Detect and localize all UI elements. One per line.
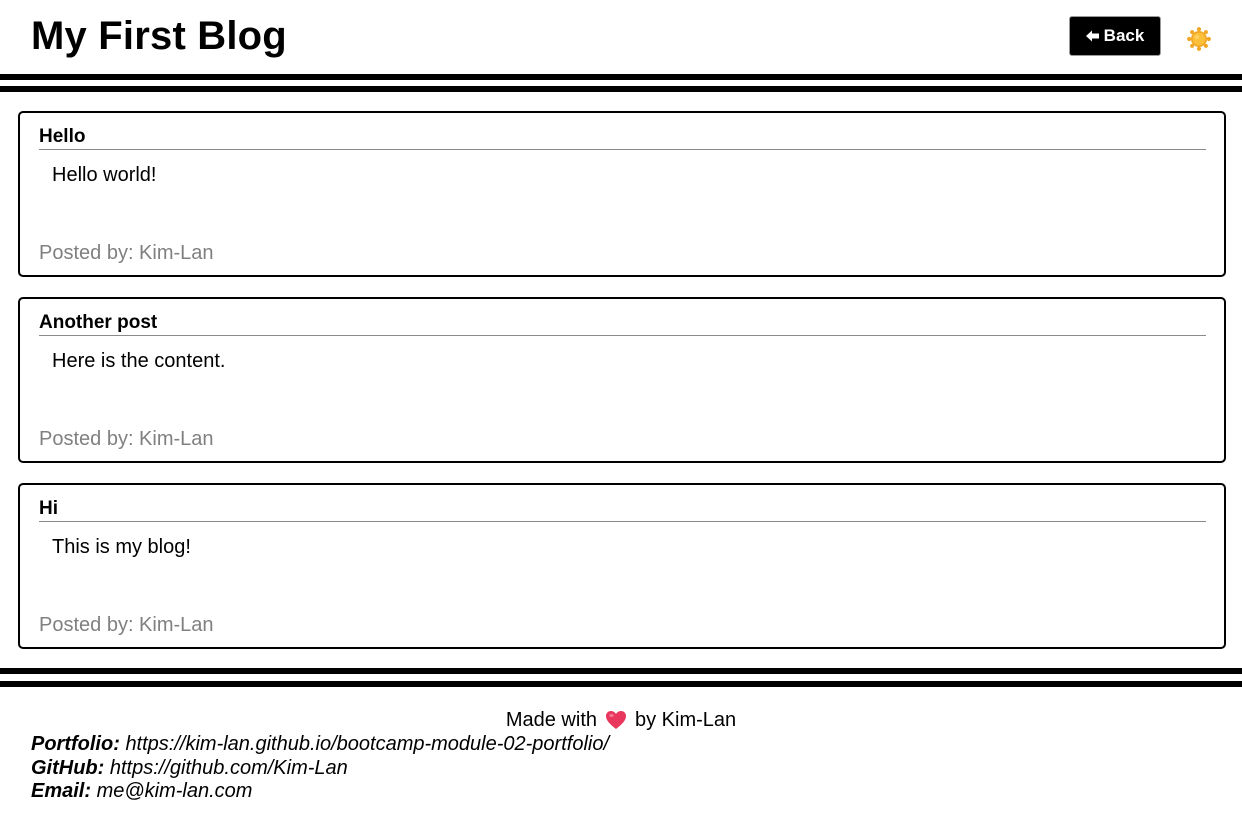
footer-email-link[interactable]: me@kim-lan.com xyxy=(97,780,253,802)
post-card[interactable]: Hello Hello world! Posted by: Kim-Lan xyxy=(18,111,1226,277)
post-author: Posted by: Kim-Lan xyxy=(39,614,214,636)
footer-credit: Made with by Kim-Lan xyxy=(0,708,1242,732)
post-divider xyxy=(39,521,1206,522)
footer-portfolio-label: Portfolio: xyxy=(31,733,126,755)
site-title: My First Blog xyxy=(31,14,287,58)
post-title: Hi xyxy=(39,498,58,519)
post-author: Posted by: Kim-Lan xyxy=(39,242,214,264)
footer-email-label: Email: xyxy=(31,780,97,802)
site-header: My First Blog Back xyxy=(0,0,1242,74)
post-card[interactable]: Hi This is my blog! Posted by: Kim-Lan xyxy=(18,483,1226,649)
post-content: Here is the content. xyxy=(52,350,226,372)
header-divider-top xyxy=(0,74,1242,80)
post-title: Hello xyxy=(39,126,86,147)
footer-contact-list: Portfolio: https://kim-lan.github.io/boo… xyxy=(31,733,609,804)
footer-credit-prefix: Made with xyxy=(505,709,597,731)
back-button-label: Back xyxy=(1103,26,1145,45)
footer-portfolio-row: Portfolio: https://kim-lan.github.io/boo… xyxy=(31,733,609,757)
sun-icon[interactable] xyxy=(1186,26,1212,52)
post-card[interactable]: Another post Here is the content. Posted… xyxy=(18,297,1226,463)
footer-email-row: Email: me@kim-lan.com xyxy=(31,780,609,804)
arrow-left-icon xyxy=(1085,30,1099,42)
footer-portfolio-link[interactable]: https://kim-lan.github.io/bootcamp-modul… xyxy=(125,733,609,755)
post-divider xyxy=(39,149,1206,150)
header-divider-bottom xyxy=(0,86,1242,92)
footer-credit-suffix: by Kim-Lan xyxy=(635,709,737,731)
footer-divider-bottom xyxy=(0,681,1242,687)
post-author: Posted by: Kim-Lan xyxy=(39,428,214,450)
back-button[interactable]: Back xyxy=(1069,16,1161,56)
heart-icon xyxy=(605,710,627,730)
footer-github-label: GitHub: xyxy=(31,756,110,779)
footer-github-row: GitHub: https://github.com/Kim-Lan xyxy=(31,757,609,781)
post-divider xyxy=(39,335,1206,336)
footer-github-link[interactable]: https://github.com/Kim-Lan xyxy=(110,757,348,779)
post-content: Hello world! xyxy=(52,164,157,186)
footer-divider-top xyxy=(0,668,1242,674)
post-title: Another post xyxy=(39,312,158,333)
post-content: This is my blog! xyxy=(52,536,191,558)
